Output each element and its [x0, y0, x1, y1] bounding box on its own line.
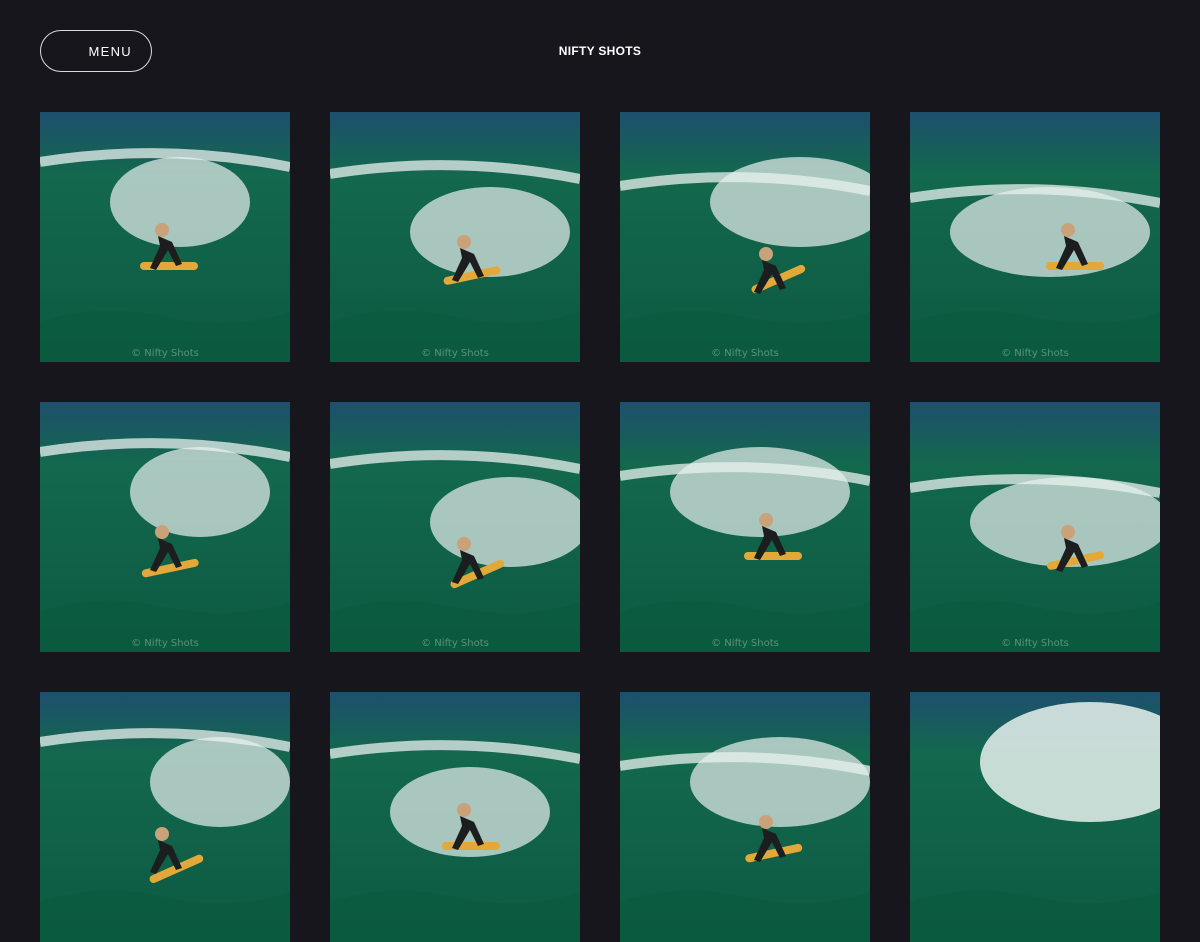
surf-photo-image [40, 112, 290, 362]
surf-photo-10[interactable] [330, 692, 580, 942]
surf-photo-5[interactable]: © Nifty Shots [40, 402, 290, 652]
surf-photo-image [910, 112, 1160, 362]
surf-photo-image [620, 402, 870, 652]
surf-photo-6[interactable]: © Nifty Shots [330, 402, 580, 652]
surf-photo-8[interactable]: © Nifty Shots [910, 402, 1160, 652]
surf-photo-image [620, 112, 870, 362]
photo-watermark: © Nifty Shots [131, 348, 199, 359]
photo-watermark: © Nifty Shots [1001, 638, 1069, 649]
surf-photo-4[interactable]: © Nifty Shots [910, 112, 1160, 362]
photo-grid: © Nifty Shots © Nifty Shots © Nifty Shot… [40, 112, 1160, 942]
photo-watermark: © Nifty Shots [421, 638, 489, 649]
photo-watermark: © Nifty Shots [711, 638, 779, 649]
photo-watermark: © Nifty Shots [711, 348, 779, 359]
surf-photo-7[interactable]: © Nifty Shots [620, 402, 870, 652]
surf-photo-image [330, 402, 580, 652]
photo-watermark: © Nifty Shots [1001, 348, 1069, 359]
surf-photo-image [330, 692, 580, 942]
photo-watermark: © Nifty Shots [421, 348, 489, 359]
surf-photo-image [910, 402, 1160, 652]
surf-photo-2[interactable]: © Nifty Shots [330, 112, 580, 362]
surf-photo-image [620, 692, 870, 942]
surf-photo-image [910, 692, 1160, 942]
site-header: MENU NIFTY SHOTS [0, 0, 1200, 112]
surf-photo-image [40, 692, 290, 942]
surf-photo-image [330, 112, 580, 362]
surf-photo-12[interactable] [910, 692, 1160, 942]
surf-photo-9[interactable] [40, 692, 290, 942]
surf-photo-1[interactable]: © Nifty Shots [40, 112, 290, 362]
surf-photo-image [40, 402, 290, 652]
surf-photo-11[interactable] [620, 692, 870, 942]
photo-watermark: © Nifty Shots [131, 638, 199, 649]
site-title[interactable]: NIFTY SHOTS [0, 44, 1200, 58]
surf-photo-3[interactable]: © Nifty Shots [620, 112, 870, 362]
